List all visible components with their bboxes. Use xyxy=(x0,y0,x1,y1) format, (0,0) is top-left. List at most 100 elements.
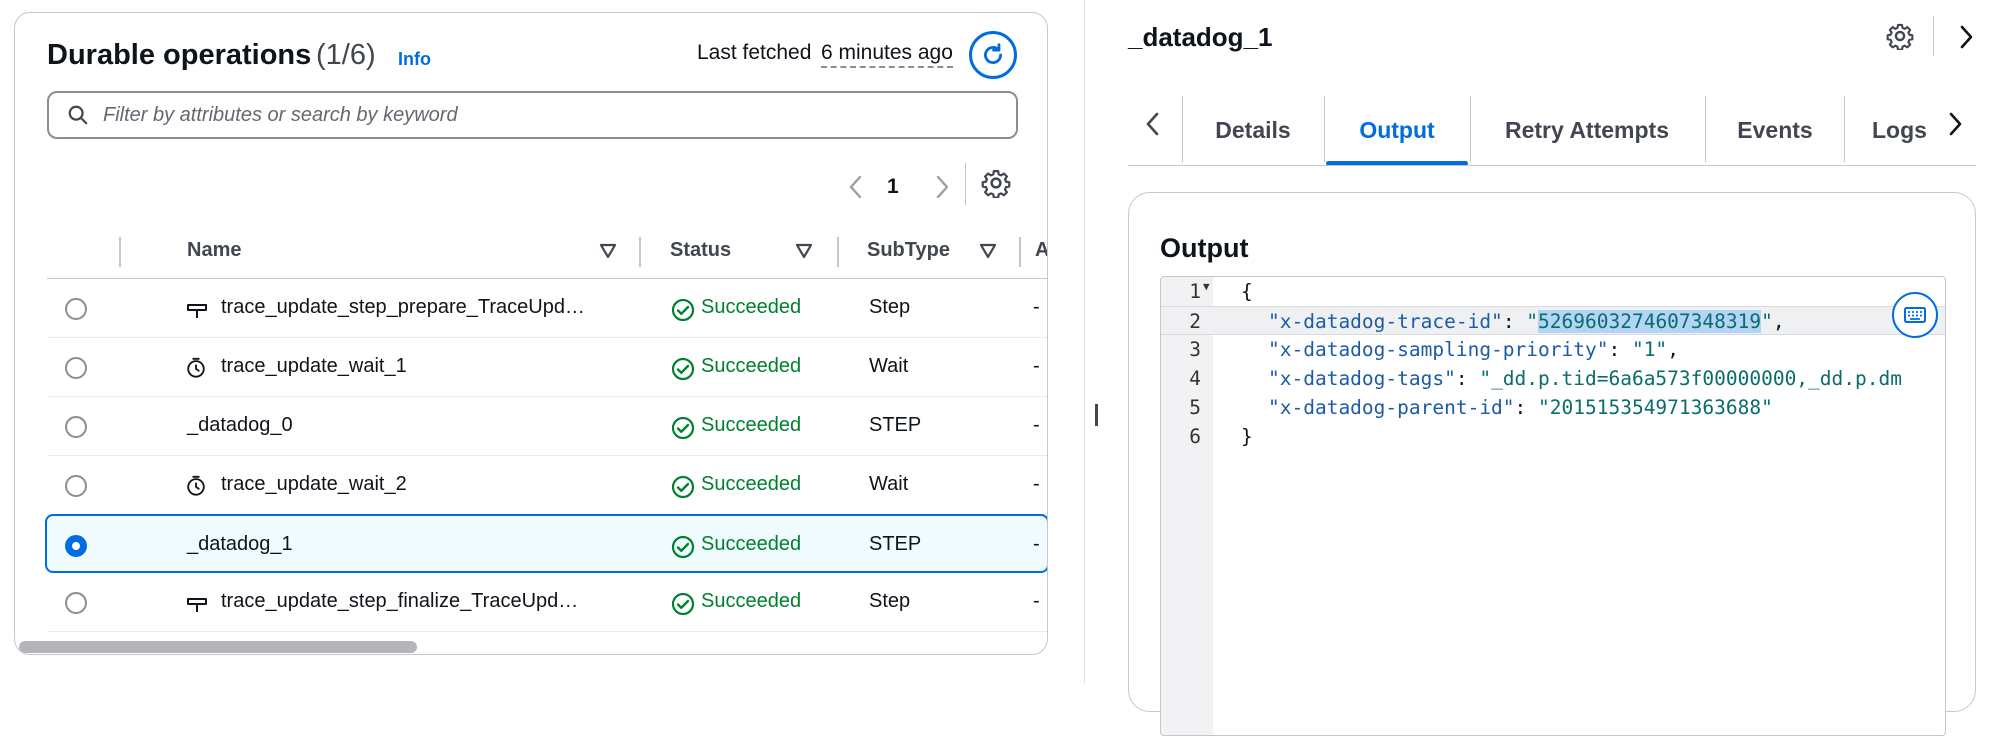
code-line[interactable]: 4 "x-datadog-tags": "_dd.p.tid=6a6a573f0… xyxy=(1161,364,1945,393)
operation-name[interactable]: trace_update_step_prepare_TraceUpd… xyxy=(221,296,585,319)
row-select-radio[interactable] xyxy=(65,475,87,497)
tab-details[interactable]: Details xyxy=(1188,94,1318,165)
chevron-right-icon xyxy=(1960,25,1973,49)
operation-name[interactable]: trace_update_wait_1 xyxy=(221,355,407,378)
success-check-icon xyxy=(671,357,695,381)
code-line[interactable]: 2 "x-datadog-trace-id": "526960327460734… xyxy=(1161,306,1945,335)
code-line[interactable]: 5 "x-datadog-parent-id": "20151535497136… xyxy=(1161,393,1945,422)
column-header-subtype[interactable]: SubType xyxy=(867,239,950,262)
column-divider[interactable] xyxy=(1019,237,1021,267)
operation-name[interactable]: _datadog_0 xyxy=(187,414,293,437)
json-value: "_dd.p.tid=6a6a573f00000000,_dd.p.dm xyxy=(1479,367,1902,390)
gear-icon xyxy=(981,170,1011,199)
sort-name-icon[interactable] xyxy=(599,243,617,264)
durable-operations-panel: Durable operations (1/6) Info Last fetch… xyxy=(14,12,1048,655)
timer-icon xyxy=(185,357,207,379)
json-value-quote: " xyxy=(1761,310,1773,333)
gear-icon xyxy=(1886,23,1914,51)
previous-page-button[interactable] xyxy=(845,173,867,206)
last-fetched-time[interactable]: 6 minutes ago xyxy=(821,41,953,68)
step-icon xyxy=(185,592,209,614)
panel-title: Durable operations xyxy=(47,39,312,71)
table-row[interactable]: trace_update_wait_1 Succeeded Wait - xyxy=(47,338,1047,397)
fold-toggle-icon[interactable]: ▼ xyxy=(1203,280,1210,293)
table-row[interactable]: trace_update_step_finalize_TraceUpd… Succ… xyxy=(47,573,1047,632)
status-text: Succeeded xyxy=(701,296,802,318)
selected-text[interactable]: 5269603274607348319 xyxy=(1538,310,1762,333)
chevron-left-icon xyxy=(1146,112,1159,136)
status-text: Succeeded xyxy=(701,473,802,495)
horizontal-scrollbar[interactable] xyxy=(19,641,417,653)
output-heading: Output xyxy=(1160,233,1249,263)
row-select-radio[interactable] xyxy=(65,298,87,320)
subtype-text: STEP xyxy=(869,533,922,555)
line-number: 1 xyxy=(1189,280,1201,303)
subtype-text: Wait xyxy=(869,355,909,377)
tabs-scroll-right-button[interactable] xyxy=(1939,110,1965,143)
tab-divider xyxy=(1324,96,1325,162)
tabs-scroll-left-button[interactable] xyxy=(1143,110,1163,143)
operation-name[interactable]: _datadog_1 xyxy=(187,533,293,556)
comma: , xyxy=(1772,310,1785,333)
subtype-text: STEP xyxy=(869,414,922,436)
row-select-radio[interactable] xyxy=(65,357,87,379)
next-page-button[interactable] xyxy=(931,173,953,206)
resize-handle[interactable] xyxy=(1095,404,1098,426)
subtype-text: Step xyxy=(869,296,911,318)
sort-status-icon[interactable] xyxy=(795,243,813,264)
column-header-name[interactable]: Name xyxy=(187,239,241,262)
code-editor[interactable]: 1 ▼ { 2 "x-datadog-trace-id": "526960327… xyxy=(1160,276,1946,736)
code-text: "x-datadog-tags": "_dd.p.tid=6a6a573f000… xyxy=(1268,367,1902,390)
column-divider[interactable] xyxy=(837,237,839,267)
collapse-panel-button[interactable] xyxy=(1956,24,1976,55)
tab-retry-attempts[interactable]: Retry Attempts xyxy=(1474,94,1700,165)
current-page-number[interactable]: 1 xyxy=(887,175,899,199)
keyboard-icon xyxy=(1904,307,1926,323)
success-check-icon xyxy=(671,592,695,616)
row-select-radio[interactable] xyxy=(65,416,87,438)
table-preferences-button[interactable] xyxy=(981,168,1011,203)
timer-icon xyxy=(185,475,207,497)
sort-subtype-icon[interactable] xyxy=(979,243,997,264)
search-input[interactable] xyxy=(101,102,961,128)
tab-output[interactable]: Output xyxy=(1326,94,1468,165)
row-select-radio[interactable] xyxy=(65,535,87,557)
tab-events[interactable]: Events xyxy=(1708,94,1842,165)
table-header: Name Status SubType A xyxy=(47,223,1047,279)
table-row[interactable]: _datadog_0 Succeeded STEP - xyxy=(47,397,1047,456)
table-row[interactable]: trace_update_step_prepare_TraceUpd… Succe… xyxy=(47,279,1047,338)
tab-divider xyxy=(1182,96,1183,162)
keyboard-shortcuts-button[interactable] xyxy=(1892,292,1938,338)
table-row[interactable]: _datadog_1 Succeeded STEP - xyxy=(45,514,1047,573)
json-key: "x-datadog-parent-id" xyxy=(1268,396,1515,419)
code-line[interactable]: 6 } xyxy=(1161,422,1945,451)
code-text: "x-datadog-sampling-priority": "1", xyxy=(1268,338,1679,361)
panel-splitter[interactable] xyxy=(1084,0,1085,684)
code-text: "x-datadog-parent-id": "2015153549713636… xyxy=(1268,396,1773,419)
detail-tabs: Details Output Retry Attempts Events Log… xyxy=(1128,94,1976,166)
code-text: { xyxy=(1241,280,1253,303)
column-divider[interactable] xyxy=(639,237,641,267)
column-divider xyxy=(119,237,121,267)
refresh-button[interactable] xyxy=(969,31,1017,79)
truncated-cell: - xyxy=(1033,590,1040,612)
code-line[interactable]: 1 ▼ { xyxy=(1161,277,1945,306)
column-header-truncated[interactable]: A xyxy=(1035,239,1047,262)
success-check-icon xyxy=(671,535,695,559)
code-text: } xyxy=(1241,425,1253,448)
tab-divider xyxy=(1844,96,1845,162)
tab-divider xyxy=(1470,96,1471,162)
table-row[interactable]: trace_update_wait_2 Succeeded Wait - xyxy=(47,456,1047,515)
operation-name[interactable]: trace_update_wait_2 xyxy=(221,473,407,496)
comma: , xyxy=(1667,338,1679,361)
info-link[interactable]: Info xyxy=(398,49,431,70)
operation-name[interactable]: trace_update_step_finalize_TraceUpd… xyxy=(221,590,578,613)
line-number: 2 xyxy=(1189,310,1201,333)
status-text: Succeeded xyxy=(701,590,802,612)
row-select-radio[interactable] xyxy=(65,592,87,614)
truncated-cell: - xyxy=(1033,533,1040,555)
column-header-status[interactable]: Status xyxy=(670,239,731,262)
code-line[interactable]: 3 "x-datadog-sampling-priority": "1", xyxy=(1161,335,1945,364)
detail-settings-button[interactable] xyxy=(1886,22,1914,55)
operations-table: Name Status SubType A trace_update_step_… xyxy=(45,223,1047,632)
